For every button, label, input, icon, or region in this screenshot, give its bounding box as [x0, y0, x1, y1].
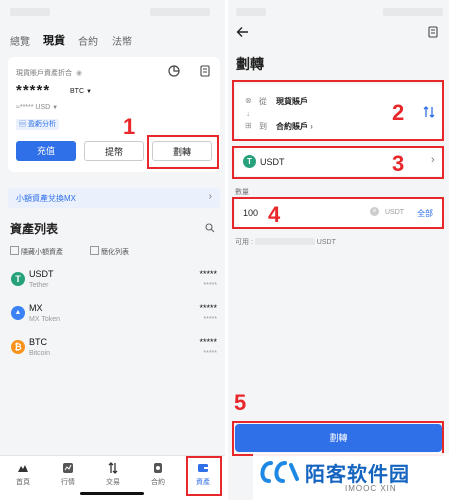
records-icon[interactable]: [200, 65, 210, 77]
checkbox-icon: [90, 246, 99, 255]
watermark-text: 陌客软件园: [305, 464, 410, 486]
asset-row-usdt[interactable]: T USDT Tether ***** *****: [0, 266, 225, 300]
highlight-coin-selector: [232, 146, 444, 179]
assets-screen: 總覽 現貨 合約 法幣 現貨賬戶資產折合 ◉ ***** BTC ▼ ≈****…: [0, 0, 225, 500]
chevron-right-icon: ›: [208, 191, 212, 202]
page-title: 劃轉: [236, 56, 264, 72]
pie-chart-icon[interactable]: [168, 65, 180, 77]
chart-icon: ▤: [19, 121, 26, 128]
step-4-label: 4: [268, 202, 281, 227]
deposit-button[interactable]: 充值: [16, 141, 76, 161]
asset-symbol: MX: [29, 303, 43, 313]
asset-balance: *****: [199, 303, 217, 313]
futures-icon: [154, 463, 162, 473]
highlight-quantity-field: [232, 197, 444, 229]
nav-trade-label: 交易: [106, 479, 120, 486]
caret-down-icon: ▼: [85, 89, 92, 95]
watermark-subtext: IMOOC XIN: [345, 484, 397, 493]
asset-symbol: BTC: [29, 337, 47, 347]
usd-masked[interactable]: ≈***** USD ▼: [16, 104, 58, 111]
card-title-text: 現貨賬戶資產折合: [16, 70, 72, 77]
available-label: 可用 :: [235, 239, 253, 246]
watermark: 陌客软件园 IMOOC XIN: [253, 453, 449, 500]
nav-futures[interactable]: 合約: [138, 462, 178, 487]
tab-fiat[interactable]: 法幣: [112, 33, 132, 48]
asset-name: Tether: [29, 282, 49, 289]
asset-name: Bitcoin: [29, 350, 51, 357]
status-bar-left: [236, 8, 266, 16]
card-title: 現貨賬戶資產折合 ◉: [16, 68, 82, 78]
trade-arrows-icon: [108, 462, 118, 474]
quantity-label: 數量: [235, 189, 249, 196]
nav-markets[interactable]: 行情: [48, 462, 88, 487]
nav-futures-label: 合約: [151, 479, 165, 486]
markets-icon: [63, 463, 73, 473]
asset-name: MX Token: [29, 316, 60, 323]
nav-home-label: 首頁: [16, 479, 30, 486]
tab-spot[interactable]: 現貨: [43, 32, 65, 48]
nav-home[interactable]: 首頁: [3, 462, 43, 487]
balance-masked: *****: [16, 82, 51, 99]
usdt-icon: T: [11, 272, 25, 286]
records-icon[interactable]: [428, 26, 438, 38]
step-1-label: 1: [123, 114, 136, 139]
back-arrow-icon[interactable]: [236, 26, 249, 38]
tab-overview[interactable]: 總覽: [10, 33, 30, 48]
pnl-analysis-badge[interactable]: ▤ 盈虧分析: [16, 119, 59, 130]
simplified-list-checkbox[interactable]: 簡化列表: [90, 246, 129, 257]
convert-small-assets-banner[interactable]: 小額資產兌換MX ›: [8, 188, 220, 208]
balance-unit-text: BTC: [70, 88, 84, 95]
asset-balance: *****: [199, 269, 217, 279]
nav-trade[interactable]: 交易: [93, 462, 133, 487]
checkbox-icon: [10, 246, 19, 255]
highlight-assets-tab: [186, 456, 222, 496]
convert-banner-label: 小額資產兌換MX: [16, 194, 76, 203]
step-2-label: 2: [392, 100, 405, 125]
balance-unit[interactable]: BTC ▼: [70, 88, 92, 95]
status-bar-left: [10, 8, 50, 16]
available-balance: 可用 : USDT: [235, 237, 336, 247]
step-5-label: 5: [234, 390, 247, 415]
home-indicator: [80, 492, 144, 495]
eye-icon[interactable]: ◉: [76, 70, 82, 77]
nav-markets-label: 行情: [61, 479, 75, 486]
withdraw-button[interactable]: 提幣: [84, 141, 144, 161]
asset-row-mx[interactable]: ▲ MX MX Token ***** *****: [0, 300, 225, 334]
hide-small-label: 隱藏小額資產: [20, 249, 63, 256]
status-bar-right: [383, 8, 443, 16]
search-icon[interactable]: [205, 223, 215, 233]
pnl-analysis-label: 盈虧分析: [27, 121, 56, 128]
hide-small-assets-checkbox[interactable]: 隱藏小額資產: [10, 246, 63, 257]
watermark-logo-icon: [260, 461, 299, 483]
asset-value: *****: [203, 350, 217, 357]
status-bar-right: [150, 8, 210, 16]
highlight-transfer-button: [147, 135, 219, 169]
simplified-label: 簡化列表: [100, 249, 129, 256]
available-unit: USDT: [316, 239, 336, 246]
asset-list-title: 資產列表: [10, 222, 59, 236]
asset-value: *****: [203, 316, 217, 323]
step-3-label: 3: [392, 151, 405, 176]
btc-icon: ₿: [11, 340, 25, 354]
asset-balance: *****: [199, 337, 217, 347]
asset-symbol: USDT: [29, 269, 54, 279]
caret-down-icon: ▼: [52, 105, 59, 111]
tab-futures[interactable]: 合約: [78, 33, 98, 48]
highlight-submit-button: [232, 421, 444, 456]
highlight-accounts-panel: [232, 80, 444, 141]
asset-row-btc[interactable]: ₿ BTC Bitcoin ***** *****: [0, 334, 225, 368]
mx-icon: ▲: [11, 306, 25, 320]
available-amount-blurred: [254, 238, 315, 245]
usd-masked-text: ≈***** USD: [16, 104, 51, 111]
home-icon: [18, 465, 28, 472]
asset-value: *****: [203, 282, 217, 289]
